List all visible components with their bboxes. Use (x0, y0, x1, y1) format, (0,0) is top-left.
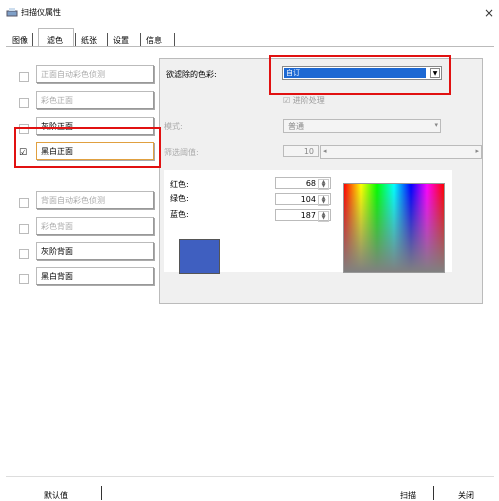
scanner-icon (6, 6, 18, 18)
color-swatch (179, 239, 220, 274)
checkbox[interactable] (19, 274, 29, 284)
blue-value: 187 (300, 211, 316, 220)
title-bar: 扫描仪属性 × (0, 0, 499, 22)
tab-divider (107, 33, 108, 47)
red-stepper[interactable]: 68 ▲ ▼ (275, 177, 331, 190)
tab-divider (32, 33, 33, 47)
side-item-label[interactable]: 彩色背面 (36, 217, 154, 235)
advanced-label: 进阶处理 (292, 96, 325, 105)
side-item-label[interactable]: 彩色正面 (36, 91, 154, 109)
red-value: 68 (305, 179, 316, 188)
arrow-left-icon[interactable]: ◂ (323, 147, 327, 155)
spin-arrows-icon[interactable]: ▲ ▼ (318, 195, 329, 206)
mode-value: 普通 (288, 122, 304, 131)
close-icon[interactable]: × (484, 6, 494, 20)
side-item-gray-back[interactable]: 灰阶背面 (16, 241, 156, 265)
tab-divider (174, 33, 175, 47)
green-label: 绿色: (170, 194, 189, 203)
checkbox[interactable] (19, 198, 29, 208)
color-spectrum[interactable] (343, 183, 445, 273)
side-item-color-front[interactable]: 彩色正面 (16, 90, 156, 114)
checkbox[interactable] (19, 249, 29, 259)
side-item-label[interactable]: 黑白背面 (36, 267, 154, 285)
default-button[interactable]: 默认值 (44, 490, 68, 501)
side-item-front-auto[interactable]: 正面自动彩色侦测 (16, 64, 156, 88)
side-item-label[interactable]: 背面自动彩色侦测 (36, 191, 154, 209)
scan-button[interactable]: 扫描 (400, 490, 416, 501)
highlight-box-color-select (269, 55, 451, 95)
checkbox[interactable] (19, 224, 29, 234)
footer-divider (433, 486, 434, 500)
red-label: 红色: (170, 180, 189, 189)
chevron-down-icon[interactable]: ▾ (434, 121, 438, 129)
window-title: 扫描仪属性 (21, 8, 61, 17)
tab-divider (140, 33, 141, 47)
spin-arrows-icon[interactable]: ▲ ▼ (318, 179, 329, 190)
footer-bar (0, 478, 499, 501)
side-item-label[interactable]: 灰阶背面 (36, 242, 154, 260)
side-item-label[interactable]: 正面自动彩色侦测 (36, 65, 154, 83)
mode-label: 模式: (164, 122, 183, 131)
tab-divider (75, 33, 76, 47)
panel-border (6, 46, 494, 47)
spin-arrows-icon[interactable]: ▲ ▼ (318, 211, 329, 222)
panel-border (6, 476, 494, 477)
threshold-label: 筛选阈值: (164, 148, 199, 157)
checkbox[interactable] (19, 98, 29, 108)
side-item-bw-back[interactable]: 黑白背面 (16, 266, 156, 290)
highlight-box-bw-front (14, 127, 161, 168)
color-filter-label: 欲滤除的色彩: (166, 70, 217, 79)
footer-divider (101, 486, 102, 500)
threshold-slider[interactable]: ◂ ▸ (320, 145, 482, 159)
mode-select[interactable]: 普通 ▾ (283, 119, 441, 133)
checkbox[interactable] (19, 72, 29, 82)
threshold-value[interactable]: 10 (283, 145, 319, 157)
blue-label: 蓝色: (170, 210, 189, 219)
green-stepper[interactable]: 104 ▲ ▼ (275, 193, 331, 206)
blue-stepper[interactable]: 187 ▲ ▼ (275, 209, 331, 222)
arrow-right-icon[interactable]: ▸ (475, 147, 479, 155)
side-item-back-auto[interactable]: 背面自动彩色侦测 (16, 190, 156, 214)
side-item-color-back[interactable]: 彩色背面 (16, 216, 156, 240)
close-button[interactable]: 关闭 (458, 490, 474, 501)
advanced-checkbox[interactable]: ☑ 进阶处理 (283, 95, 325, 106)
green-value: 104 (300, 195, 316, 204)
